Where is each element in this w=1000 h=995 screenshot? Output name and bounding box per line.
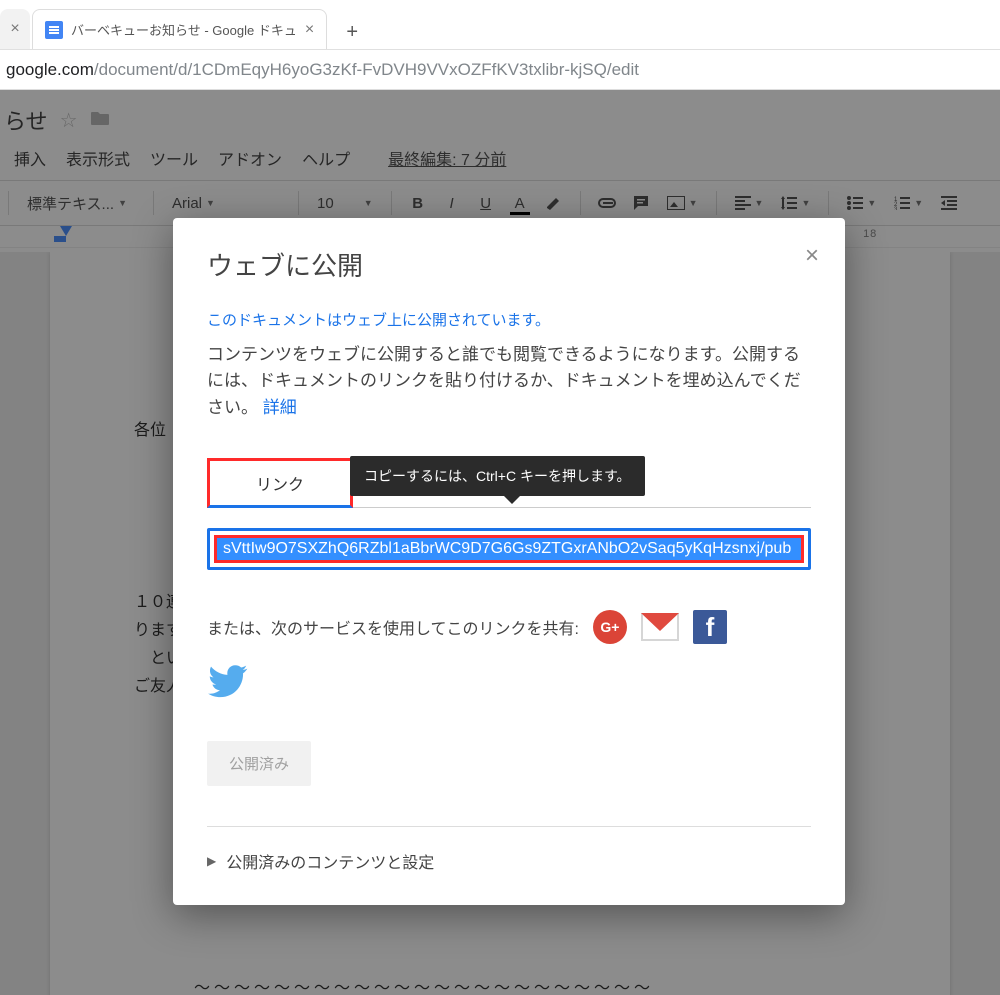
published-status-link[interactable]: このドキュメントはウェブ上に公開されています。 bbox=[207, 309, 811, 330]
learn-more-link[interactable]: 詳細 bbox=[263, 398, 297, 417]
previous-tab[interactable]: × bbox=[0, 9, 30, 49]
published-url-value[interactable]: sVttIw9O7SXZhQ6RZbl1aBbrWC9D7G6Gs9ZTGxrA… bbox=[214, 535, 804, 563]
publish-button: 公開済み bbox=[207, 741, 311, 786]
url-path: /document/d/1CDmEqyH6yoG3zKf-FvDVH9VVxOZ… bbox=[94, 60, 639, 80]
copy-tooltip: コピーするには、Ctrl+C キーを押します。 bbox=[350, 456, 645, 496]
close-icon[interactable]: × bbox=[10, 20, 19, 38]
facebook-icon[interactable]: f bbox=[693, 610, 727, 644]
twitter-icon[interactable] bbox=[207, 660, 811, 707]
divider bbox=[207, 826, 811, 827]
share-row: または、次のサービスを使用してこのリンクを共有: G+ f bbox=[207, 610, 811, 644]
publish-to-web-dialog: ウェブに公開 × このドキュメントはウェブ上に公開されています。 コンテンツをウ… bbox=[173, 218, 845, 905]
gmail-icon[interactable] bbox=[641, 613, 679, 641]
share-label: または、次のサービスを使用してこのリンクを共有: bbox=[207, 615, 579, 639]
dialog-title: ウェブに公開 bbox=[207, 246, 811, 283]
google-plus-icon[interactable]: G+ bbox=[593, 610, 627, 644]
address-bar[interactable]: google.com/document/d/1CDmEqyH6yoG3zKf-F… bbox=[0, 50, 1000, 90]
dialog-description: コンテンツをウェブに公開すると誰でも閲覧できるようになります。公開するには、ドキ… bbox=[207, 342, 811, 421]
google-docs-icon bbox=[45, 21, 63, 39]
close-icon[interactable]: × bbox=[305, 21, 314, 39]
published-url-field[interactable]: sVttIw9O7SXZhQ6RZbl1aBbrWC9D7G6Gs9ZTGxrA… bbox=[207, 528, 811, 570]
close-button[interactable]: × bbox=[805, 242, 819, 270]
caret-right-icon: ▶ bbox=[207, 854, 216, 868]
tab-title: バーベキューお知らせ - Google ドキュ bbox=[71, 20, 297, 39]
tab-link[interactable]: リンク bbox=[207, 458, 353, 508]
new-tab-button[interactable]: + bbox=[335, 15, 369, 49]
browser-tab[interactable]: バーベキューお知らせ - Google ドキュ × bbox=[32, 9, 327, 49]
browser-tab-bar: × バーベキューお知らせ - Google ドキュ × + bbox=[0, 0, 1000, 50]
published-content-settings[interactable]: ▶ 公開済みのコンテンツと設定 bbox=[207, 849, 811, 885]
url-domain: google.com bbox=[6, 60, 94, 80]
